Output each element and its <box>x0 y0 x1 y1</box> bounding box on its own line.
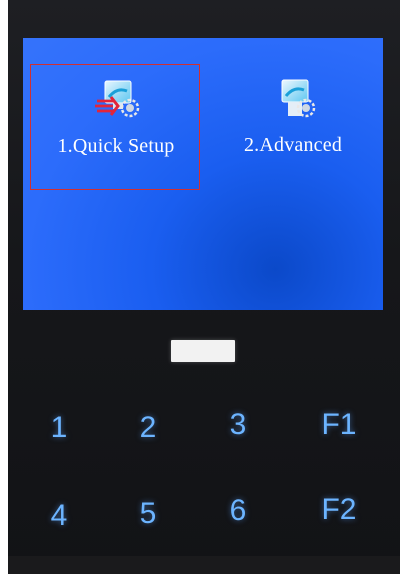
menu-item-label: 2.Advanced <box>243 134 343 156</box>
device-bottom-edge <box>8 556 400 574</box>
key-5[interactable]: 5 <box>118 494 178 534</box>
key-2[interactable]: 2 <box>118 408 178 448</box>
status-indicator-light <box>171 340 235 362</box>
menu-item-advanced[interactable]: 2.Advanced <box>208 64 378 190</box>
quick-setup-icon <box>95 80 140 118</box>
key-6[interactable]: 6 <box>208 491 268 531</box>
key-f2[interactable]: F2 <box>309 490 369 530</box>
lcd-screen: 1.Quick Setup 2.Advanced <box>23 38 383 310</box>
menu-item-label: 1.Quick Setup <box>57 135 175 157</box>
key-3[interactable]: 3 <box>208 405 268 445</box>
key-1[interactable]: 1 <box>29 408 89 448</box>
advanced-settings-icon <box>281 79 316 118</box>
key-4[interactable]: 4 <box>29 496 89 536</box>
key-f1[interactable]: F1 <box>309 405 369 445</box>
menu-item-quick-setup[interactable]: 1.Quick Setup <box>30 64 200 190</box>
device-body: 1.Quick Setup 2.Advanced 1 2 3 F1 4 5 6 … <box>8 0 400 574</box>
